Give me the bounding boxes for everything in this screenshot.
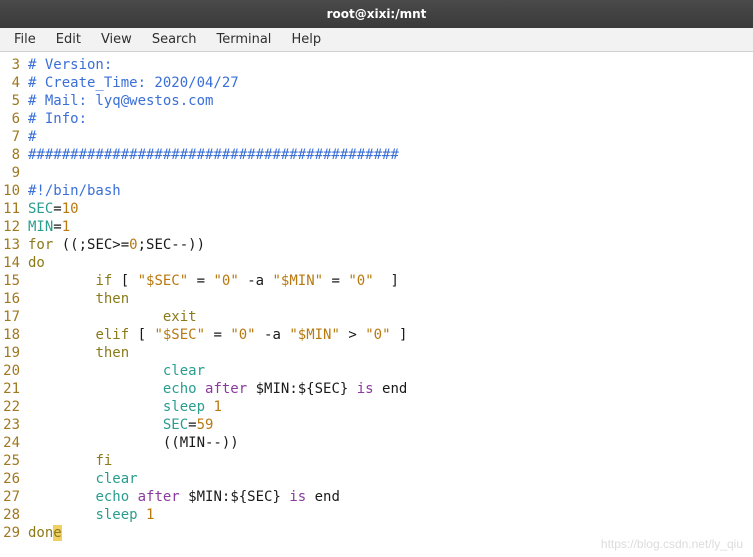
code-line: 27 echo after $MIN:${SEC} is end bbox=[0, 488, 753, 506]
code-line: 19 then bbox=[0, 344, 753, 362]
code-line: 15 if [ "$SEC" = "0" -a "$MIN" = "0" ] bbox=[0, 272, 753, 290]
code-line: 24 ((MIN--)) bbox=[0, 434, 753, 452]
code-line: 26 clear bbox=[0, 470, 753, 488]
line-number: 21 bbox=[0, 380, 28, 398]
code-line: 28 sleep 1 bbox=[0, 506, 753, 524]
code-content: # Version: bbox=[28, 56, 753, 74]
line-number: 14 bbox=[0, 254, 28, 272]
line-number: 29 bbox=[0, 524, 28, 542]
terminal-editor[interactable]: 3# Version:4# Create_Time: 2020/04/275# … bbox=[0, 52, 753, 546]
code-content: then bbox=[28, 290, 753, 308]
line-number: 10 bbox=[0, 182, 28, 200]
code-content: SEC=10 bbox=[28, 200, 753, 218]
menu-terminal[interactable]: Terminal bbox=[206, 29, 281, 50]
line-number: 20 bbox=[0, 362, 28, 380]
menu-search[interactable]: Search bbox=[142, 29, 207, 50]
code-content: clear bbox=[28, 362, 753, 380]
code-content: do bbox=[28, 254, 753, 272]
code-line: 17 exit bbox=[0, 308, 753, 326]
window-titlebar: root@xixi:/mnt bbox=[0, 0, 753, 28]
line-number: 17 bbox=[0, 308, 28, 326]
code-line: 25 fi bbox=[0, 452, 753, 470]
code-content: SEC=59 bbox=[28, 416, 753, 434]
code-line: 18 elif [ "$SEC" = "0" -a "$MIN" > "0" ] bbox=[0, 326, 753, 344]
code-line: 10#!/bin/bash bbox=[0, 182, 753, 200]
code-line: 21 echo after $MIN:${SEC} is end bbox=[0, 380, 753, 398]
line-number: 7 bbox=[0, 128, 28, 146]
code-content: #!/bin/bash bbox=[28, 182, 753, 200]
code-content: echo after $MIN:${SEC} is end bbox=[28, 488, 753, 506]
code-line: 20 clear bbox=[0, 362, 753, 380]
code-content: fi bbox=[28, 452, 753, 470]
code-line: 16 then bbox=[0, 290, 753, 308]
line-number: 25 bbox=[0, 452, 28, 470]
code-line: 13for ((;SEC>=0;SEC--)) bbox=[0, 236, 753, 254]
code-content: ((MIN--)) bbox=[28, 434, 753, 452]
code-line: 14do bbox=[0, 254, 753, 272]
line-number: 4 bbox=[0, 74, 28, 92]
code-content: if [ "$SEC" = "0" -a "$MIN" = "0" ] bbox=[28, 272, 753, 290]
line-number: 18 bbox=[0, 326, 28, 344]
code-line: 6# Info: bbox=[0, 110, 753, 128]
line-number: 27 bbox=[0, 488, 28, 506]
line-number: 15 bbox=[0, 272, 28, 290]
code-line: 29done bbox=[0, 524, 753, 542]
code-content: sleep 1 bbox=[28, 398, 753, 416]
line-number: 9 bbox=[0, 164, 28, 182]
code-content: # bbox=[28, 128, 753, 146]
menu-help[interactable]: Help bbox=[281, 29, 331, 50]
line-number: 12 bbox=[0, 218, 28, 236]
line-number: 16 bbox=[0, 290, 28, 308]
code-content: exit bbox=[28, 308, 753, 326]
code-content: # Mail: lyq@westos.com bbox=[28, 92, 753, 110]
code-line: 3# Version: bbox=[0, 56, 753, 74]
code-line: 12MIN=1 bbox=[0, 218, 753, 236]
line-number: 22 bbox=[0, 398, 28, 416]
code-line: 4# Create_Time: 2020/04/27 bbox=[0, 74, 753, 92]
line-number: 11 bbox=[0, 200, 28, 218]
code-line: 8#######################################… bbox=[0, 146, 753, 164]
code-content: clear bbox=[28, 470, 753, 488]
line-number: 26 bbox=[0, 470, 28, 488]
line-number: 8 bbox=[0, 146, 28, 164]
menu-file[interactable]: File bbox=[4, 29, 46, 50]
code-line: 22 sleep 1 bbox=[0, 398, 753, 416]
line-number: 6 bbox=[0, 110, 28, 128]
code-content: sleep 1 bbox=[28, 506, 753, 524]
code-line: 23 SEC=59 bbox=[0, 416, 753, 434]
code-content: MIN=1 bbox=[28, 218, 753, 236]
line-number: 5 bbox=[0, 92, 28, 110]
code-content: done bbox=[28, 524, 753, 542]
line-number: 24 bbox=[0, 434, 28, 452]
code-content: ########################################… bbox=[28, 146, 753, 164]
code-line: 5# Mail: lyq@westos.com bbox=[0, 92, 753, 110]
code-content: elif [ "$SEC" = "0" -a "$MIN" > "0" ] bbox=[28, 326, 753, 344]
code-line: 9 bbox=[0, 164, 753, 182]
window-title: root@xixi:/mnt bbox=[327, 7, 427, 21]
line-number: 19 bbox=[0, 344, 28, 362]
code-content: # Info: bbox=[28, 110, 753, 128]
line-number: 23 bbox=[0, 416, 28, 434]
code-content: then bbox=[28, 344, 753, 362]
code-content: for ((;SEC>=0;SEC--)) bbox=[28, 236, 753, 254]
code-content: # Create_Time: 2020/04/27 bbox=[28, 74, 753, 92]
code-line: 7# bbox=[0, 128, 753, 146]
line-number: 3 bbox=[0, 56, 28, 74]
menu-view[interactable]: View bbox=[91, 29, 142, 50]
menu-edit[interactable]: Edit bbox=[46, 29, 91, 50]
menubar: File Edit View Search Terminal Help bbox=[0, 28, 753, 52]
code-line: 11SEC=10 bbox=[0, 200, 753, 218]
code-content: echo after $MIN:${SEC} is end bbox=[28, 380, 753, 398]
line-number: 28 bbox=[0, 506, 28, 524]
code-content bbox=[28, 164, 753, 182]
line-number: 13 bbox=[0, 236, 28, 254]
